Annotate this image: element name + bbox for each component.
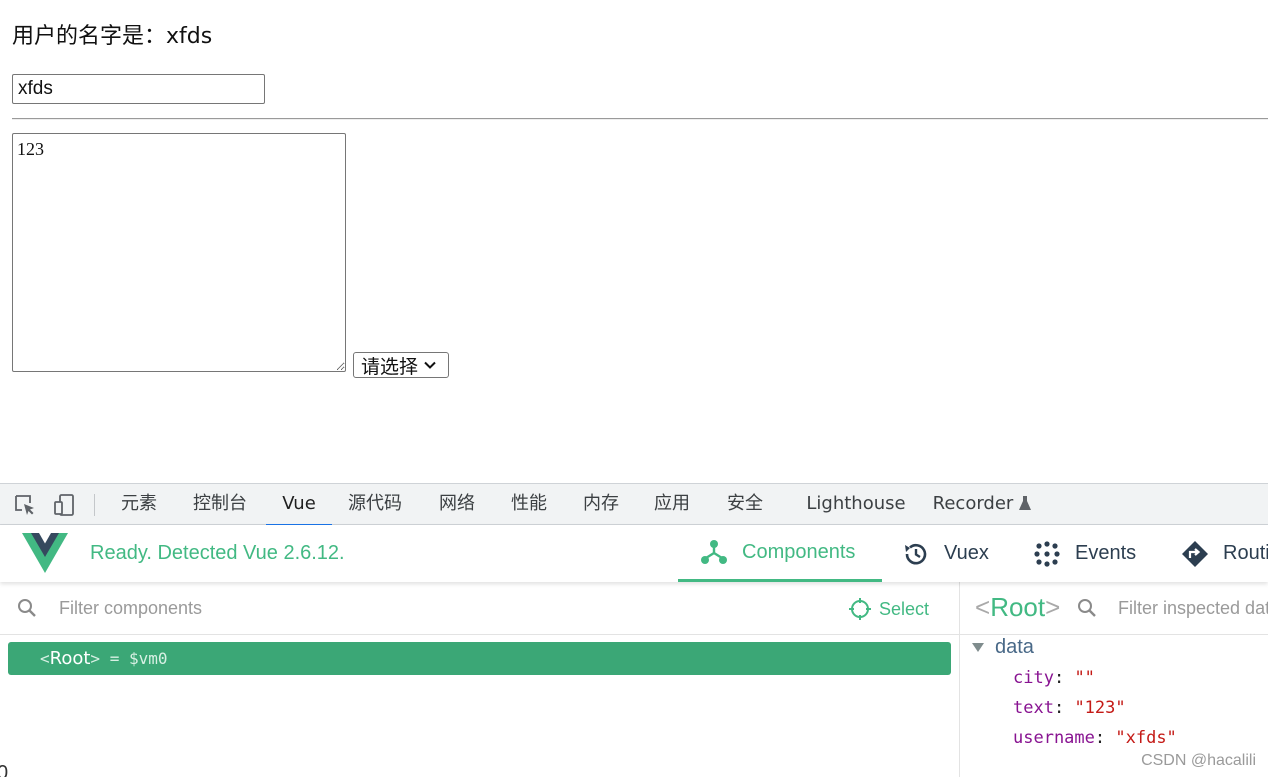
data-section-label: data: [995, 636, 1034, 658]
caret-down-icon: [972, 643, 984, 652]
data-section-toggle[interactable]: data: [972, 636, 1034, 659]
vue-logo-icon: [22, 533, 68, 573]
username-input[interactable]: [12, 74, 265, 104]
tab-events-label: Events: [1075, 542, 1137, 564]
tree-vm-ref: = $vm0: [109, 649, 168, 668]
filter-inspected-data-input[interactable]: [1116, 594, 1268, 622]
tab-performance[interactable]: 性能: [504, 484, 554, 524]
tab-vuex-label: Vuex: [944, 542, 989, 564]
flask-icon: [1019, 496, 1032, 510]
tab-application[interactable]: 应用: [647, 484, 697, 524]
tab-sources[interactable]: 源代码: [342, 484, 408, 524]
search-icon: [1078, 599, 1096, 617]
events-icon: [1034, 540, 1060, 567]
tree-bracket-open: <: [40, 649, 50, 668]
data-key: city: [1013, 668, 1054, 688]
tree-row-root[interactable]: <Root> = $vm0: [8, 642, 951, 675]
tab-recorder-label: Recorder: [932, 493, 1014, 514]
device-toolbar-icon[interactable]: [53, 493, 77, 517]
status-message: Ready. Detected Vue 2.6.12.: [90, 542, 345, 564]
tab-lighthouse[interactable]: Lighthouse: [806, 484, 906, 524]
tab-memory[interactable]: 内存: [576, 484, 626, 524]
tree-bracket-close: >: [90, 649, 101, 668]
title-name: Root: [990, 592, 1046, 622]
devtools-tab-bar: 元素 控制台 Vue 源代码 网络 性能 内存 应用 安全 Lighthouse…: [0, 483, 1268, 526]
tab-components-label: Components: [742, 540, 856, 563]
crosshair-icon: [849, 598, 871, 620]
tab-vue[interactable]: Vue: [266, 484, 332, 526]
page-heading: 用户的名字是：xfds: [12, 24, 213, 49]
inspector-pane: <Root> data city: "" text: "123" usernam…: [959, 582, 1268, 777]
tab-elements[interactable]: 元素: [114, 484, 164, 524]
routing-icon: [1182, 540, 1208, 567]
title-bracket-open: <: [975, 592, 991, 622]
data-key: text: [1013, 698, 1054, 718]
tab-console[interactable]: 控制台: [185, 484, 255, 524]
city-select[interactable]: 请选择: [353, 352, 449, 378]
filter-components-input[interactable]: [57, 594, 661, 622]
watermark: CSDN @hacalili: [1141, 752, 1256, 769]
inspected-component-title: <Root>: [975, 592, 1060, 623]
components-icon: [701, 540, 727, 564]
pane-divider: [0, 634, 959, 635]
tab-recorder[interactable]: Recorder: [930, 484, 1034, 524]
inspect-element-icon[interactable]: [13, 493, 37, 517]
data-key: username: [1013, 728, 1095, 748]
tab-events[interactable]: Events: [1033, 525, 1136, 582]
toolbar-separator: [94, 494, 95, 516]
tab-routing-label: Routi: [1223, 542, 1268, 564]
vue-devtools-header: Ready. Detected Vue 2.6.12. Components V…: [0, 525, 1268, 582]
tab-network[interactable]: 网络: [432, 484, 482, 524]
components-pane: Select <Root> = $vm0: [0, 582, 959, 777]
city-select-value: 请选择: [361, 355, 419, 378]
horizontal-divider: [12, 118, 1268, 120]
tree-component-name: Root: [49, 648, 91, 669]
text-textarea[interactable]: 123: [12, 133, 346, 372]
data-value: "xfds": [1115, 728, 1177, 748]
pane-divider: [960, 634, 1268, 635]
history-icon: [905, 543, 927, 564]
chevron-down-icon: [424, 361, 436, 369]
select-label: Select: [879, 598, 930, 619]
tab-security[interactable]: 安全: [720, 484, 770, 524]
data-row-text[interactable]: text: "123": [1013, 698, 1126, 718]
title-bracket-close: >: [1045, 592, 1061, 622]
data-row-city[interactable]: city: "": [1013, 668, 1095, 688]
search-icon: [18, 599, 36, 617]
data-row-username[interactable]: username: "xfds": [1013, 728, 1177, 748]
tab-routing[interactable]: Routi: [1181, 525, 1268, 582]
select-component-button[interactable]: Select: [848, 597, 929, 621]
tab-components[interactable]: Components: [678, 525, 882, 582]
data-value: "": [1074, 668, 1095, 688]
data-value: "123": [1074, 698, 1126, 718]
clipped-text: 0: [0, 762, 9, 777]
tab-vuex[interactable]: Vuex: [902, 525, 989, 582]
